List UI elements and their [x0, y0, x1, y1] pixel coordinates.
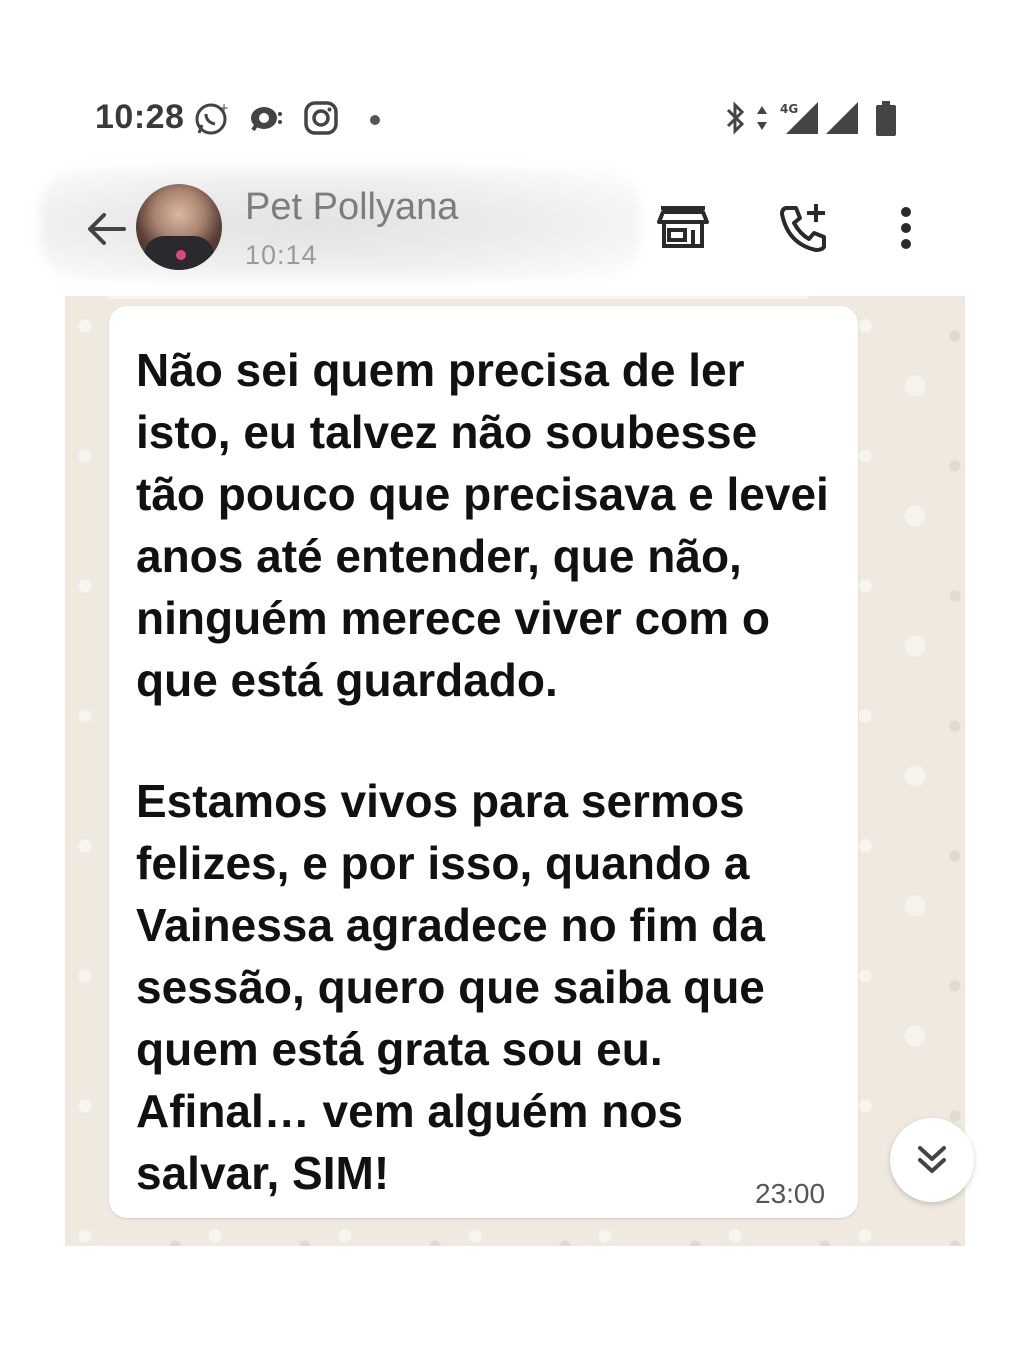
whatsapp-icon: +: [192, 100, 230, 138]
instagram-icon: [303, 100, 339, 136]
status-bar: 10:28 + 4G: [0, 88, 1030, 148]
notification-dot: [370, 115, 380, 125]
scroll-to-bottom-button[interactable]: [890, 1118, 974, 1202]
chat-bubble-icon: [247, 100, 285, 138]
add-call-icon[interactable]: [776, 200, 836, 260]
chat-header: Pet Pollyana 10:14: [0, 160, 1030, 290]
bluetooth-icon: [722, 100, 750, 136]
message-timestamp: 23:00: [755, 1178, 826, 1209]
contact-name[interactable]: Pet Pollyana: [245, 186, 458, 229]
message-paragraph-1: Não sei quem precisa de ler isto, eu tal…: [136, 344, 829, 706]
back-arrow-icon[interactable]: [82, 205, 130, 253]
last-seen: 10:14: [245, 240, 318, 270]
more-vert-icon[interactable]: [878, 200, 938, 260]
double-chevron-down-icon: [918, 1146, 946, 1173]
storefront-icon[interactable]: [655, 200, 715, 260]
svg-text:+: +: [219, 101, 229, 115]
avatar-badge: [176, 250, 186, 260]
svg-text:4G: 4G: [780, 102, 798, 116]
data-arrows-icon: [754, 100, 770, 136]
status-time: 10:28: [95, 98, 185, 136]
avatar[interactable]: [136, 184, 222, 270]
signal-icon: [824, 100, 860, 136]
signal-4g-icon: 4G: [778, 100, 820, 136]
message-paragraph-2: Estamos vivos para sermos felizes, e por…: [136, 775, 765, 1199]
battery-icon: [874, 100, 898, 138]
previous-message-edge: [108, 296, 808, 299]
